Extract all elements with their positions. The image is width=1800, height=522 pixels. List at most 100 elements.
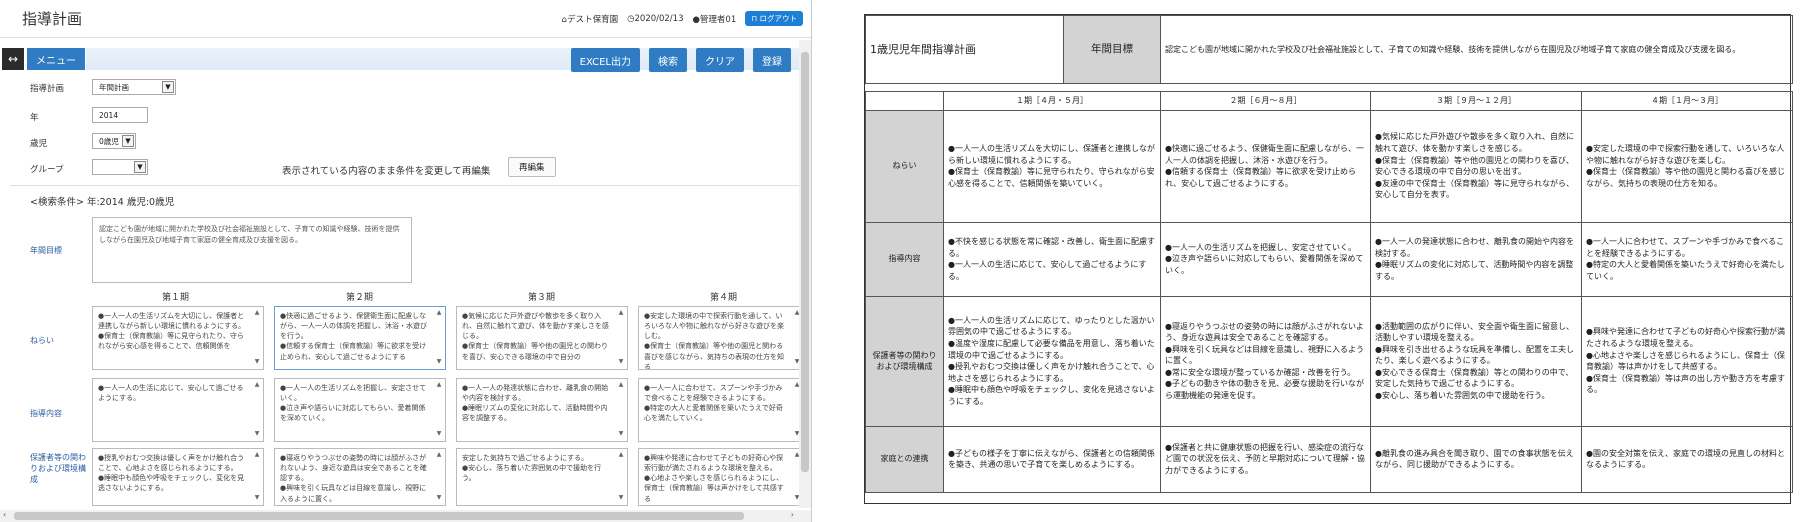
period-1-header: 第１期 xyxy=(162,293,190,303)
spacer xyxy=(865,83,1793,92)
doc-cell: ●不快を感じる状態を常に確認・改善し、衛生面に配慮する。 ●一人一人の生活に応じ… xyxy=(943,221,1161,297)
scroll-up-icon: ▲ xyxy=(436,309,442,316)
goal-textarea[interactable]: 認定こども園が地域に開かれた学校及び社会福祉施設として、子育ての知識や経験、技術… xyxy=(92,217,412,283)
logout-label: ログアウト xyxy=(759,14,798,23)
scroll-right-icon[interactable]: › xyxy=(791,510,794,519)
cell-scrollbar[interactable]: ▲ ▼ xyxy=(434,451,444,503)
doc-cell: ●子どもの様子を丁寧に伝えながら、保護者との信頼関係を築き、共通の思いで子育てを… xyxy=(943,425,1161,493)
menu-button[interactable]: メニュー xyxy=(27,48,85,70)
doc-cell: ●寝返りやうつぶせの姿勢の時には顔がふさがれないよう、身近な遊具は安全であること… xyxy=(1160,295,1371,427)
year-input[interactable]: 2014 xyxy=(92,107,148,123)
doc-cell: ●園の安全対策を伝え、家庭での環境の見直しの材料となるようにする。 xyxy=(1580,425,1794,493)
register-button[interactable]: 登録 xyxy=(753,48,791,72)
cell-text: ●一人一人の生活に応じて、安心して過ごせるようにする。 xyxy=(98,384,244,403)
plan-value: 年間計画 xyxy=(99,82,129,92)
vertical-scrollbar[interactable] xyxy=(799,40,811,508)
cell-scrollbar[interactable]: ▲ ▼ xyxy=(616,381,626,439)
age-select[interactable]: 0歳児 ▼ xyxy=(92,133,136,149)
scroll-down-icon: ▼ xyxy=(254,430,260,438)
planning-app-window: 指導計画 ⌂デスト保育園 ◷2020/02/13 ●管理者01 ⊓ ログアウト … xyxy=(0,0,812,522)
search-condition: <検索条件> 年:2014 歳児:0歳児 xyxy=(30,197,175,208)
period-3-header: 第３期 xyxy=(528,293,556,303)
user-icon: ● xyxy=(692,14,700,25)
scroll-down-icon: ▼ xyxy=(436,358,442,366)
cell-text: ●気候に応じた戸外遊びや散歩を多く取り入れ、自然に触れて遊び、体を動かす楽しさを… xyxy=(462,312,609,361)
scrollbar-thumb[interactable] xyxy=(14,512,744,520)
doc-period-4: ４期［１月～３月］ xyxy=(1580,91,1794,111)
cell-text: ●一人一人の生活リズムを大切にし、保護者と連携しながら新しい環境に慣れるようにす… xyxy=(98,312,246,351)
environment-cell-2[interactable]: ●寝返りやうつぶせの姿勢の時には顔がふさがれないよう、身近な遊具は安全であること… xyxy=(274,448,446,506)
aim-cell-3[interactable]: ●気候に応じた戸外遊びや散歩を多く取り入れ、自然に触れて遊び、体を動かす楽しさを… xyxy=(456,306,628,370)
doc-cell: ●一人一人の生活リズムを大切にし、保護者と連携しながら新しい環境に慣れるようにす… xyxy=(943,109,1161,223)
goal-label: 年間目標 xyxy=(30,246,62,255)
cell-scrollbar[interactable]: ▲ ▼ xyxy=(252,451,262,503)
content-cell-4[interactable]: ●一人一人に合わせて、スプーンや手づかみで食べることを経験できるようにする。 ●… xyxy=(638,378,804,442)
scroll-down-icon: ▼ xyxy=(436,494,442,502)
chevron-down-icon: ▼ xyxy=(122,135,134,147)
aim-cell-4[interactable]: ●安定した環境の中で探索行動を通して、いろいろな人や物に触れながら好きな遊びを楽… xyxy=(638,306,804,370)
doc-row-content: 指導内容 ●不快を感じる状態を常に確認・改善し、衛生面に配慮する。 ●一人一人の… xyxy=(865,221,1794,297)
age-value: 0歳児 xyxy=(99,136,119,146)
environment-cell-1[interactable]: ●授乳やおむつ交換は優しく声をかけ触れ合うことで、心地よさを感じられるようにする… xyxy=(92,448,264,506)
scroll-down-icon: ▼ xyxy=(254,358,260,366)
logout-button[interactable]: ⊓ ログアウト xyxy=(745,11,803,26)
group-select[interactable]: ▼ xyxy=(92,159,148,175)
doc-cell: ●活動範囲の広がりに伴い、安全面や衛生面に留意し、活動しやすい環境を整える。 ●… xyxy=(1370,295,1582,427)
cell-text: ●興味や発達に合わせて子どもの好奇心や探索行動が満たされるような環境を整える。 … xyxy=(644,454,784,503)
cell-text: ●快適に過ごせるよう、保健衛生面に配慮しながら、一人一人の体調を把握し、沐浴・水… xyxy=(280,312,427,361)
period-row: １期［４月・５月］ ２期［６月～８月］ ３期［９月～１２月］ ４期［１月～３月］ xyxy=(865,91,1794,111)
plan-label: 指導計画 xyxy=(30,84,65,94)
scroll-left-icon[interactable]: ‹ xyxy=(3,510,6,519)
doc-cell: ●安定した環境の中で探索行動を通して、いろいろな人や物に触れながら好きな遊びを楽… xyxy=(1580,109,1794,223)
spacer-row xyxy=(865,83,1793,92)
cell-scrollbar[interactable]: ▲ ▼ xyxy=(434,381,444,439)
reedit-description: 表示されている内容のまま条件を変更して再編集 xyxy=(282,166,491,177)
cell-scrollbar[interactable]: ▲ ▼ xyxy=(252,381,262,439)
plan-select[interactable]: 年間計画 ▼ xyxy=(92,79,176,95)
plan-table: 1歳児児年間指導計画 年間目標 認定こども園が地域に開かれた学校及び社会福祉施設… xyxy=(865,15,1794,493)
scroll-up-icon: ▲ xyxy=(254,451,260,458)
content-cell-2[interactable]: ●一人一人の生活リズムを把握し、安定させていく。 ●泣き声や語らいに対応してもら… xyxy=(274,378,446,442)
scroll-down-icon: ▼ xyxy=(254,494,260,502)
scroll-down-icon: ▼ xyxy=(436,430,442,438)
doc-row-aim: ねらい ●一人一人の生活リズムを大切にし、保護者と連携しながら新しい環境に慣れる… xyxy=(865,109,1794,223)
scroll-up-icon: ▲ xyxy=(254,381,260,388)
doc-period-2: ２期［６月～８月］ xyxy=(1160,91,1371,111)
user-name: 管理者01 xyxy=(699,14,737,25)
scrollbar-thumb[interactable] xyxy=(801,52,809,472)
chevron-down-icon: ▼ xyxy=(162,81,174,93)
environment-cell-4[interactable]: ●興味や発達に合わせて子どもの好奇心や探索行動が満たされるような環境を整える。 … xyxy=(638,448,804,506)
aim-cell-1[interactable]: ●一人一人の生活リズムを大切にし、保護者と連携しながら新しい環境に慣れるようにす… xyxy=(92,306,264,370)
sidebar-toggle-icon[interactable]: ↔ xyxy=(2,48,24,70)
environment-cell-3[interactable]: 安定した気持ちで過ごせるようにする。 ●安心し、落ち着いた雰囲気の中で援助を行う… xyxy=(456,448,628,506)
cell-scrollbar[interactable]: ▲ ▼ xyxy=(434,309,444,367)
year-label: 年 xyxy=(30,113,39,123)
excel-export-button[interactable]: EXCEL出力 xyxy=(570,48,640,72)
doc-period-3: ３期［９月～１２月］ xyxy=(1370,91,1582,111)
content-cell-3[interactable]: ●一人一人の発達状態に合わせ、離乳食の開始や内容を検討する。 ●睡眠リズムの変化… xyxy=(456,378,628,442)
doc-row-label: ねらい xyxy=(865,109,944,223)
content-cell-1[interactable]: ●一人一人の生活に応じて、安心して過ごせるようにする。 ▲ ▼ xyxy=(92,378,264,442)
clear-button[interactable]: クリア xyxy=(696,48,744,72)
cell-scrollbar[interactable]: ▲ ▼ xyxy=(616,451,626,503)
scroll-up-icon: ▲ xyxy=(436,451,442,458)
doc-row-label: 家庭との連携 xyxy=(865,425,944,493)
horizontal-scrollbar[interactable]: ‹ › xyxy=(0,510,811,522)
reedit-button[interactable]: 再編集 xyxy=(508,157,556,177)
aim-cell-2[interactable]: ●快適に過ごせるよう、保健衛生面に配慮しながら、一人一人の体調を把握し、沐浴・水… xyxy=(274,306,446,370)
cell-text: ●安定した環境の中で探索行動を通して、いろいろな人や物に触れながら好きな遊びを楽… xyxy=(644,312,784,370)
scroll-up-icon: ▲ xyxy=(618,451,624,458)
row-label-environment: 保護者等の関わりおよび環境構成 xyxy=(30,453,86,485)
scroll-up-icon: ▲ xyxy=(618,309,624,316)
search-button[interactable]: 検索 xyxy=(649,48,687,72)
facility-info: ⌂デスト保育園 xyxy=(562,13,618,25)
action-buttons: EXCEL出力 検索 クリア 登録 xyxy=(570,48,791,72)
doc-cell: ●一人一人の発達状態に合わせ、離乳食の開始や内容を検討する。 ●睡眠リズムの変化… xyxy=(1370,221,1582,297)
row-label-content: 指導内容 xyxy=(30,409,62,418)
doc-cell: ●気候に応じた戸外遊びや散歩を多く取り入れ、自然に触れて遊び、体を動かす楽しさを… xyxy=(1370,109,1582,223)
cell-text: ●一人一人の生活リズムを把握し、安定させていく。 ●泣き声や語らいに対応してもら… xyxy=(280,384,427,423)
cell-scrollbar[interactable]: ▲ ▼ xyxy=(616,309,626,367)
lock-icon: ⊓ xyxy=(751,14,760,23)
cell-scrollbar[interactable]: ▲ ▼ xyxy=(252,309,262,367)
cell-text: ●授乳やおむつ交換は優しく声をかけ触れ合うことで、心地よさを感じられるようにする… xyxy=(98,454,245,493)
